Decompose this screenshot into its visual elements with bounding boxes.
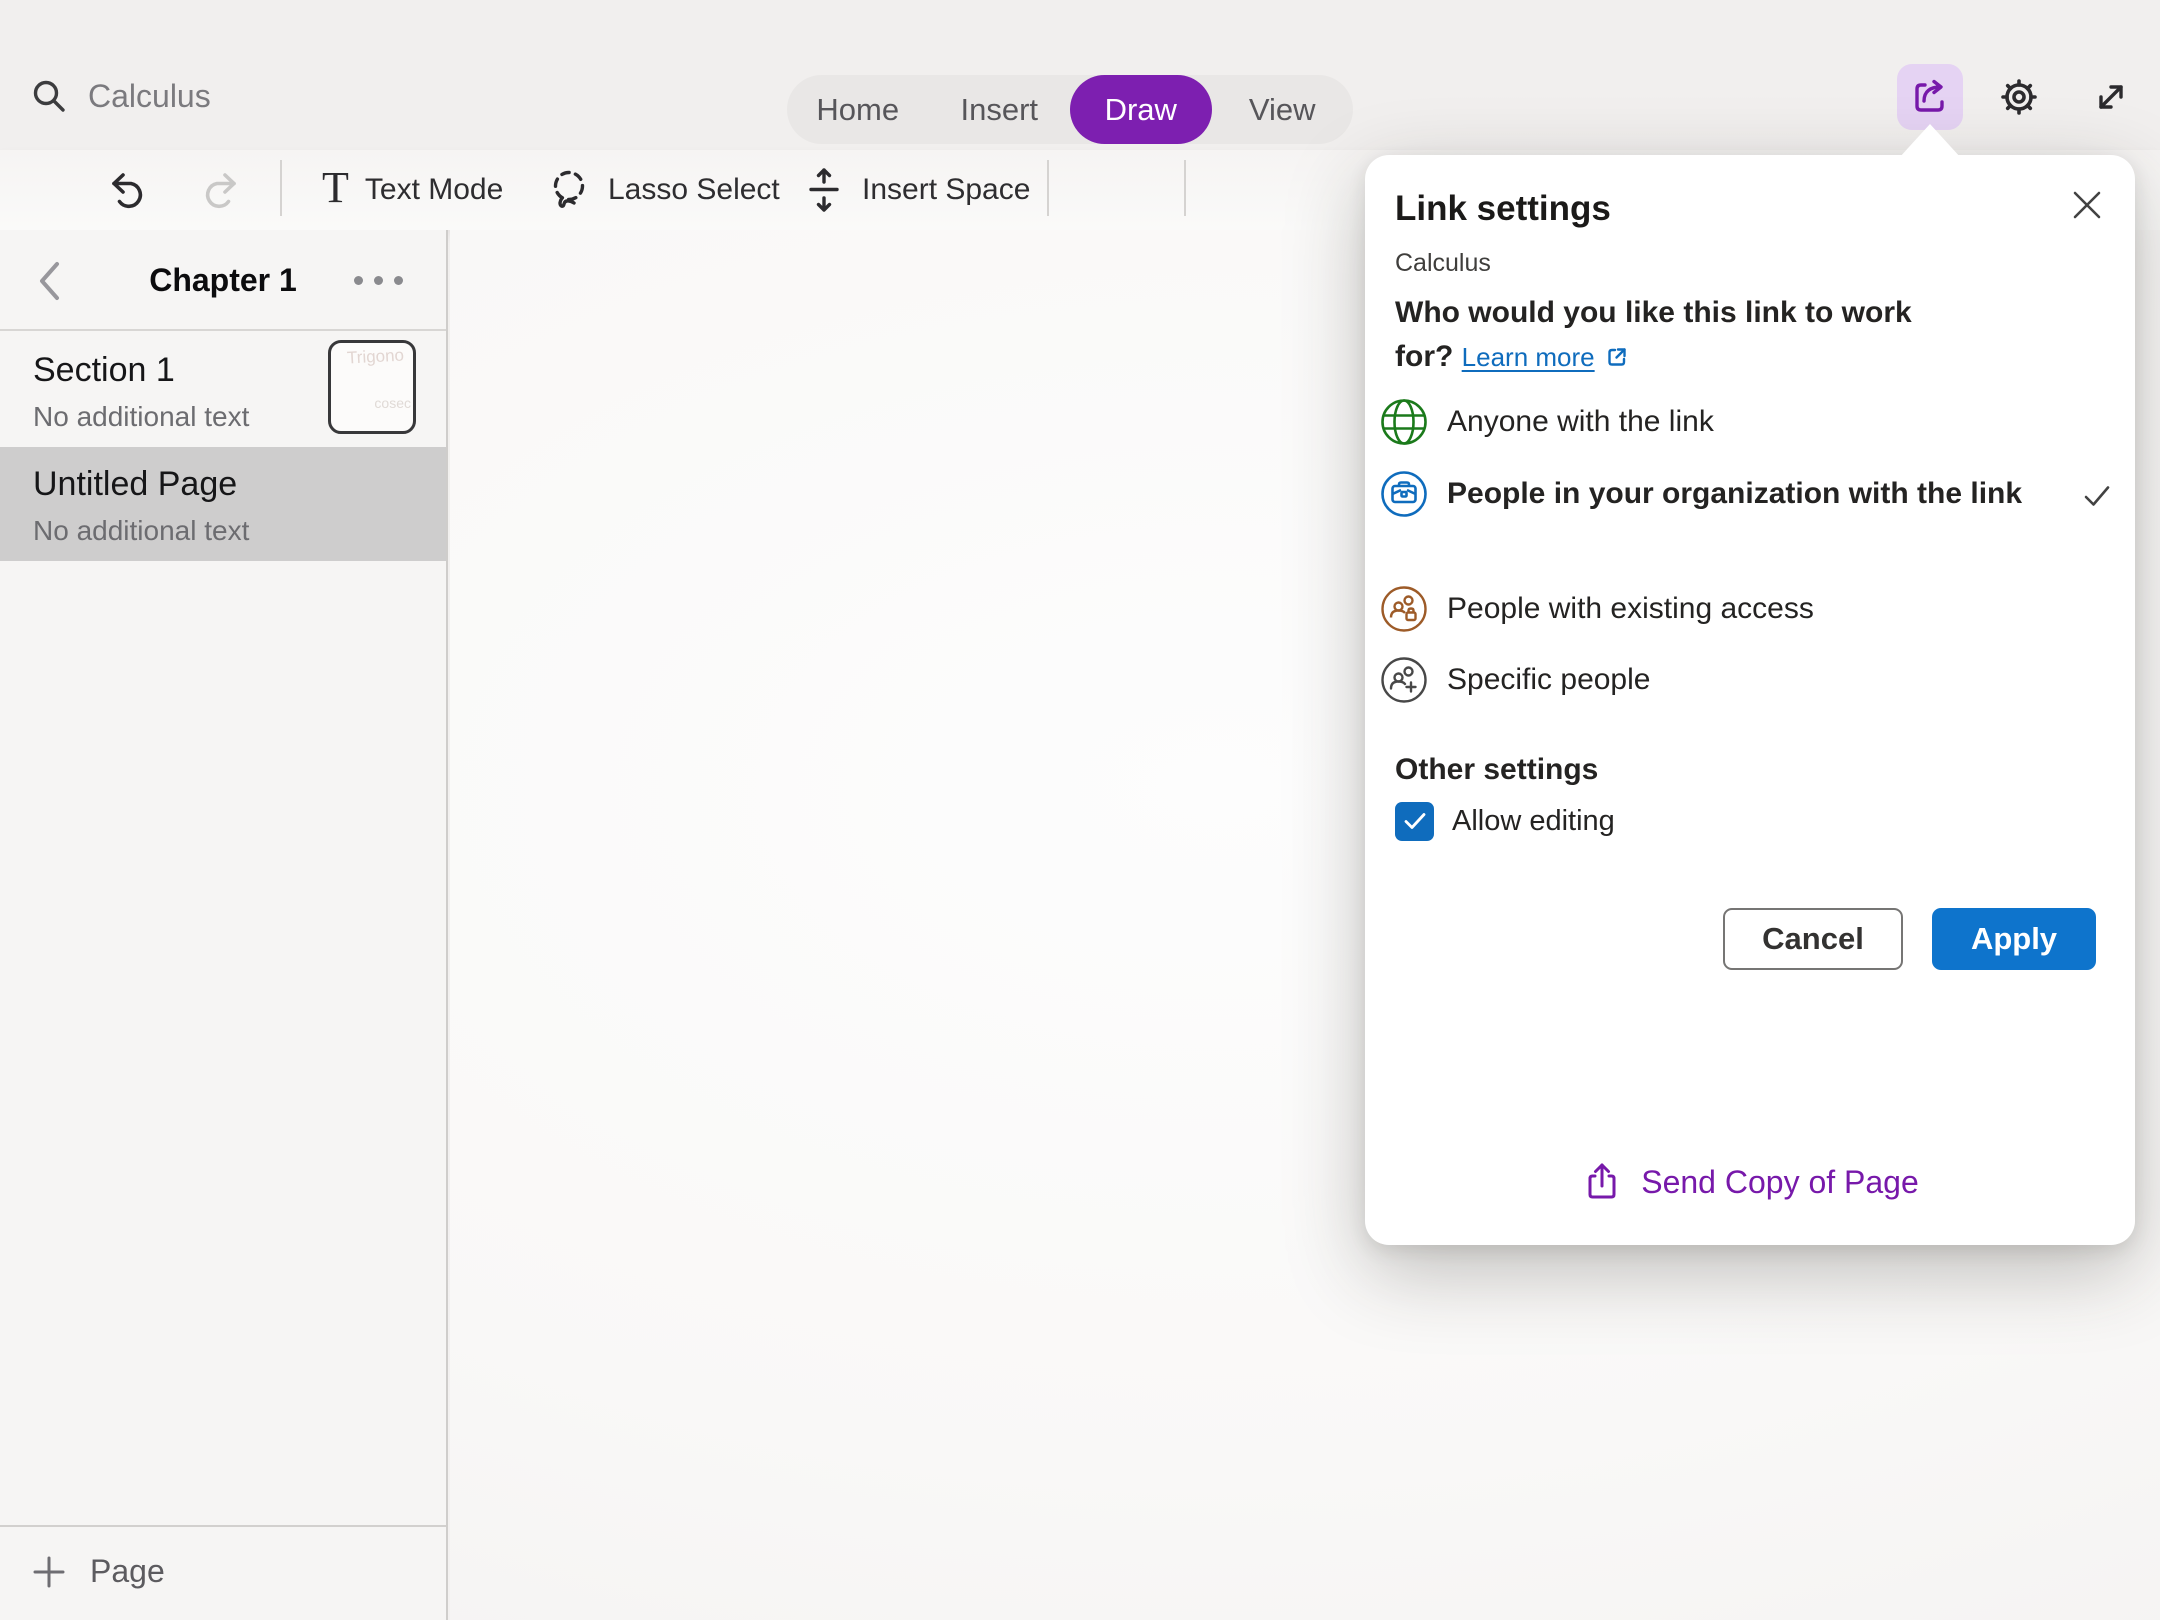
lasso-icon xyxy=(546,167,592,213)
cancel-button[interactable]: Cancel xyxy=(1723,908,1903,970)
other-settings-heading: Other settings xyxy=(1395,753,1598,787)
option-label: People with existing access xyxy=(1447,587,1814,631)
globe-icon xyxy=(1379,397,1429,447)
page-item-section1[interactable]: Section 1 No additional text Trigono cos… xyxy=(0,333,446,447)
text-mode-icon: T xyxy=(322,166,349,210)
gear-icon xyxy=(1994,72,2044,122)
page-list-sidebar: Chapter 1 Section 1 No additional text T… xyxy=(0,230,448,1620)
tab-home[interactable]: Home xyxy=(787,75,929,144)
link-audience-options: Anyone with the link People in your orga… xyxy=(1365,386,2135,716)
toolbar-divider xyxy=(1047,160,1049,216)
text-mode-button[interactable]: T Text Mode xyxy=(322,150,503,230)
insert-space-icon xyxy=(802,167,846,213)
app-header: Calculus Home Insert Draw View xyxy=(0,0,2160,150)
option-organization[interactable]: People in your organization with the lin… xyxy=(1365,458,2135,574)
apply-button[interactable]: Apply xyxy=(1932,908,2096,970)
page-item-untitled[interactable]: Untitled Page No additional text xyxy=(0,447,446,561)
onenote-app: Calculus Home Insert Draw View xyxy=(0,0,2160,1620)
send-copy-label: Send Copy of Page xyxy=(1641,1164,1919,1201)
add-page-bar: Page xyxy=(0,1525,446,1620)
page-subtitle: No additional text xyxy=(33,515,249,547)
insert-space-button[interactable]: Insert Space xyxy=(802,150,1030,230)
page-title: Section 1 xyxy=(33,351,175,390)
lasso-select-button[interactable]: Lasso Select xyxy=(546,150,780,230)
allow-editing-row: Allow editing xyxy=(1395,801,1615,841)
section-more-button[interactable] xyxy=(340,260,416,300)
learn-more-link[interactable]: Learn more xyxy=(1462,342,1595,372)
sidebar-header: Chapter 1 xyxy=(0,230,446,331)
thumbnail-handwriting: Trigono xyxy=(347,346,405,369)
notebook-title: Calculus xyxy=(88,78,211,115)
briefcase-icon xyxy=(1379,469,1429,519)
person-add-icon xyxy=(1379,655,1429,705)
option-label: Anyone with the link xyxy=(1447,400,1714,444)
popover-context: Calculus xyxy=(1395,249,1491,278)
undo-button[interactable] xyxy=(104,167,150,213)
redo-icon xyxy=(198,167,244,213)
text-mode-label: Text Mode xyxy=(365,173,503,207)
toolbar-divider xyxy=(1184,160,1186,216)
tab-draw[interactable]: Draw xyxy=(1070,75,1212,144)
undo-icon xyxy=(104,167,150,213)
chevron-left-icon xyxy=(37,260,61,302)
option-label: Specific people xyxy=(1447,658,1650,702)
option-anyone[interactable]: Anyone with the link xyxy=(1365,386,2135,458)
page-subtitle: No additional text xyxy=(33,401,249,433)
popover-title: Link settings xyxy=(1395,189,1611,229)
external-link-icon xyxy=(1603,343,1631,371)
fullscreen-button[interactable] xyxy=(2078,64,2144,130)
lasso-select-label: Lasso Select xyxy=(608,173,780,207)
page-title: Untitled Page xyxy=(33,465,237,504)
toolbar-divider xyxy=(280,160,282,216)
page-thumbnail: Trigono cosec xyxy=(328,340,416,434)
close-button[interactable] xyxy=(2067,185,2107,225)
ribbon-tabbar: Home Insert Draw View xyxy=(787,75,1353,144)
share-icon xyxy=(1907,74,1953,120)
ellipsis-icon xyxy=(354,276,363,285)
allow-editing-checkbox[interactable] xyxy=(1395,802,1434,841)
add-page-button[interactable]: Page xyxy=(90,1553,165,1590)
allow-editing-label: Allow editing xyxy=(1452,805,1615,838)
insert-space-label: Insert Space xyxy=(862,173,1030,207)
plus-icon xyxy=(30,1553,68,1591)
option-existing-access[interactable]: People with existing access xyxy=(1365,574,2135,644)
notebook-search[interactable]: Calculus xyxy=(30,74,211,118)
link-audience-question: Who would you like this link to work for… xyxy=(1395,291,1970,379)
selected-check-icon xyxy=(2081,480,2113,512)
share-button[interactable] xyxy=(1897,64,1963,130)
search-icon xyxy=(30,77,68,115)
back-button[interactable] xyxy=(34,258,64,304)
link-settings-popover: Link settings Calculus Who would you lik… xyxy=(1365,155,2135,1245)
send-copy-icon xyxy=(1581,1161,1623,1203)
redo-button[interactable] xyxy=(198,167,244,213)
people-lock-icon xyxy=(1379,584,1429,634)
option-specific-people[interactable]: Specific people xyxy=(1365,644,2135,716)
expand-icon xyxy=(2089,75,2133,119)
close-icon xyxy=(2069,187,2105,223)
tab-view[interactable]: View xyxy=(1212,75,1354,144)
tab-insert[interactable]: Insert xyxy=(929,75,1071,144)
send-copy-button[interactable]: Send Copy of Page xyxy=(1365,1153,2135,1211)
option-label: People in your organization with the lin… xyxy=(1447,458,2027,516)
settings-button[interactable] xyxy=(1986,64,2052,130)
